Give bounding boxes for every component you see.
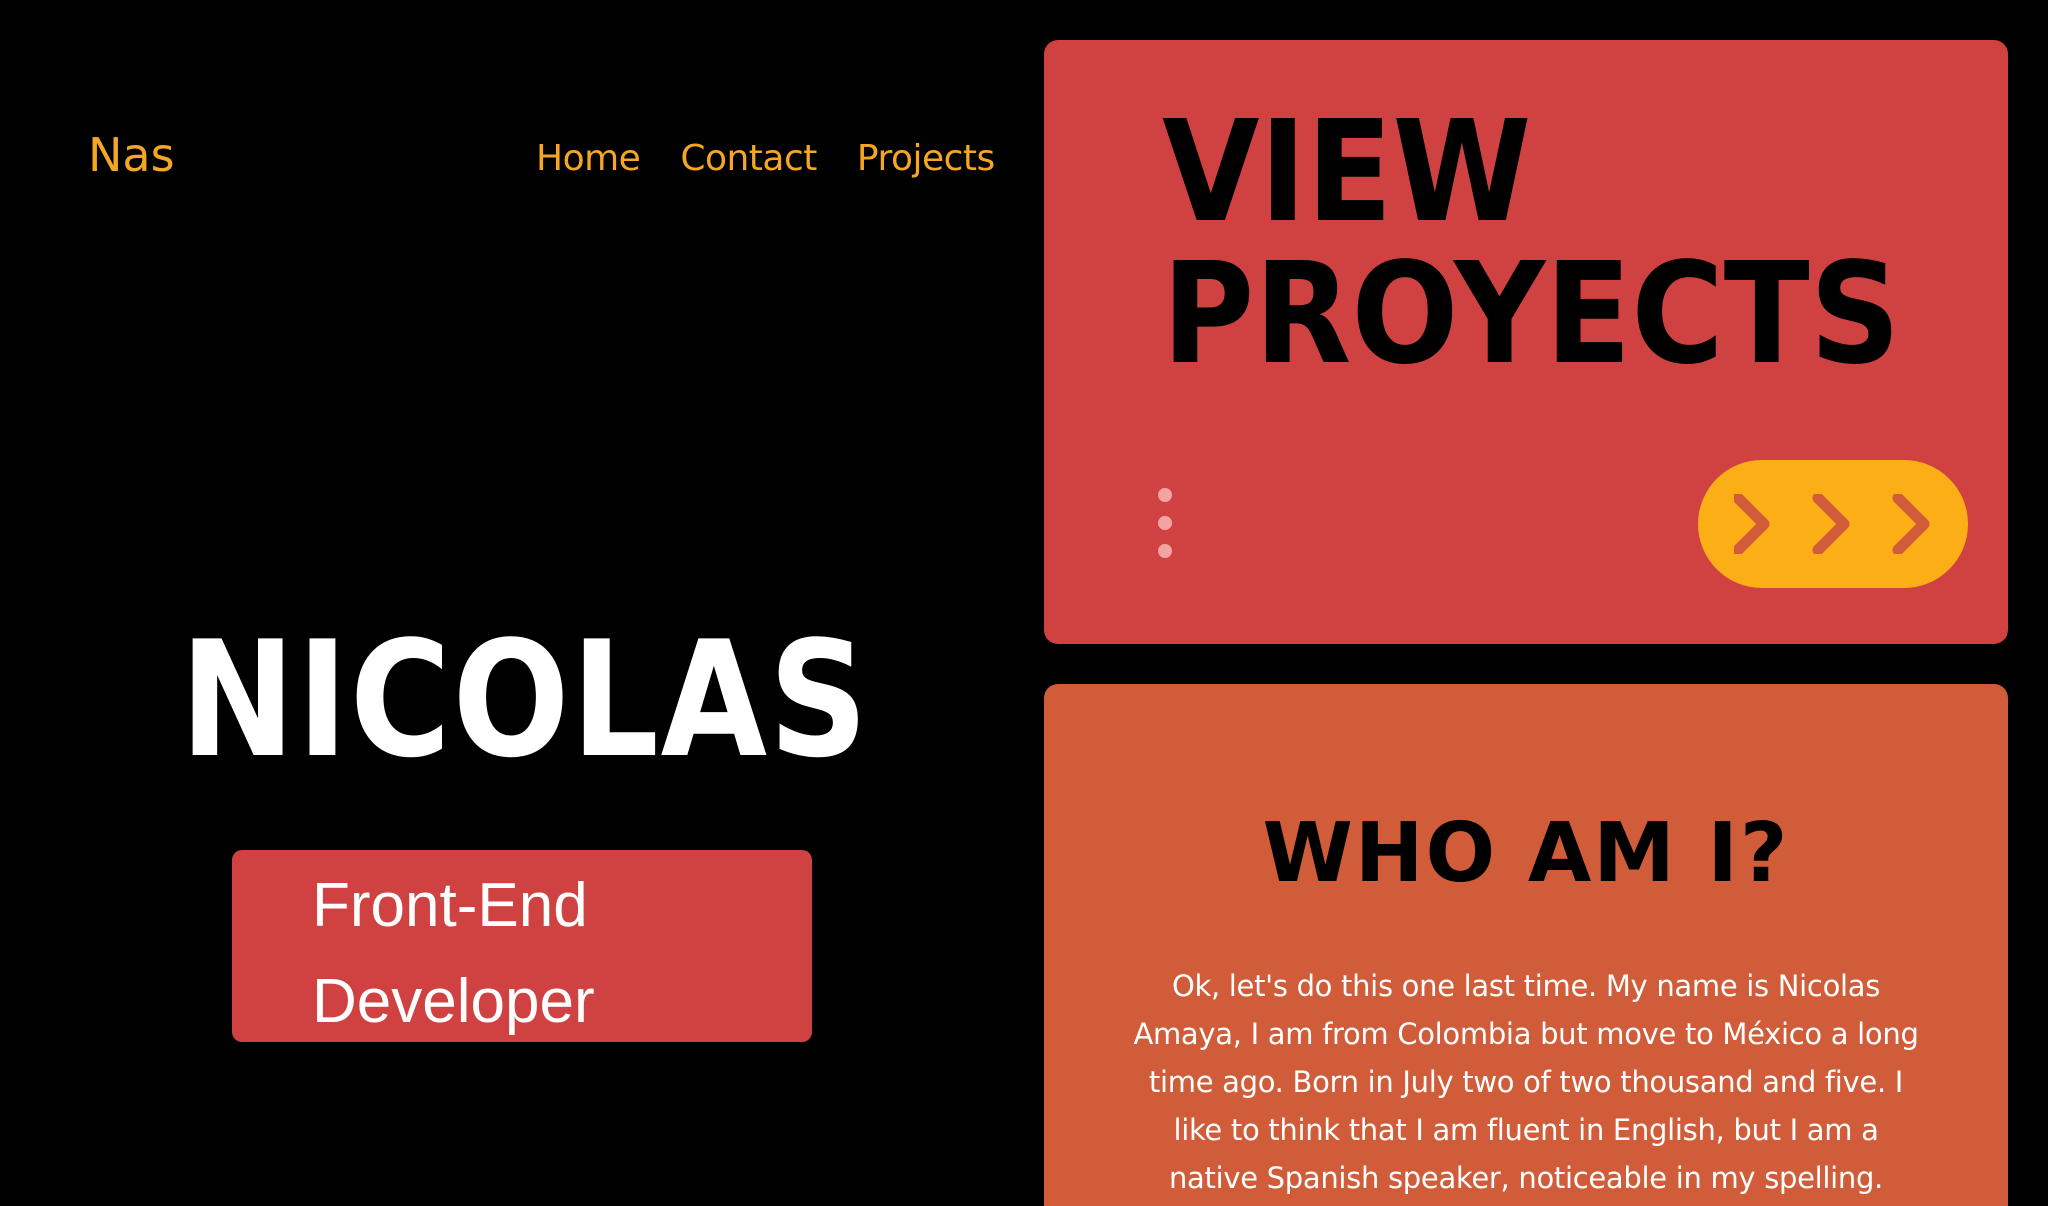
projects-title: VIEW PROYECTS <box>1162 102 1982 386</box>
hero-name: NICOLAS <box>180 606 870 793</box>
role-line-2: Developer <box>312 967 595 1036</box>
nav-home-link[interactable]: Home <box>536 138 641 179</box>
logo-link[interactable]: Nas <box>88 128 175 182</box>
role-line-1: Front-End <box>312 871 588 940</box>
who-am-i-card: WHO AM I? Ok, let's do this one last tim… <box>1044 684 2008 1206</box>
projects-title-line-2: PROYECTS <box>1162 233 1901 396</box>
nav-contact-link[interactable]: Contact <box>680 138 817 179</box>
about-title: WHO AM I? <box>1262 806 1790 901</box>
view-projects-card[interactable]: VIEW PROYECTS <box>1044 40 2008 644</box>
role-card: Front-End Developer <box>232 850 812 1042</box>
portfolio-page: Nas Home Contact Projects NICOLAS Front-… <box>0 0 2048 1206</box>
about-text: Ok, let's do this one last time. My name… <box>1133 969 1919 1195</box>
view-projects-button[interactable] <box>1698 460 1968 588</box>
triple-chevron-right-icon <box>1734 494 1930 554</box>
nav-projects-link[interactable]: Projects <box>857 138 995 179</box>
projects-title-line-1: VIEW <box>1162 91 1532 254</box>
role-text: Front-End Developer <box>312 858 772 1050</box>
main-nav: Home Contact Projects <box>536 138 995 179</box>
vertical-dots-icon <box>1158 488 1174 560</box>
